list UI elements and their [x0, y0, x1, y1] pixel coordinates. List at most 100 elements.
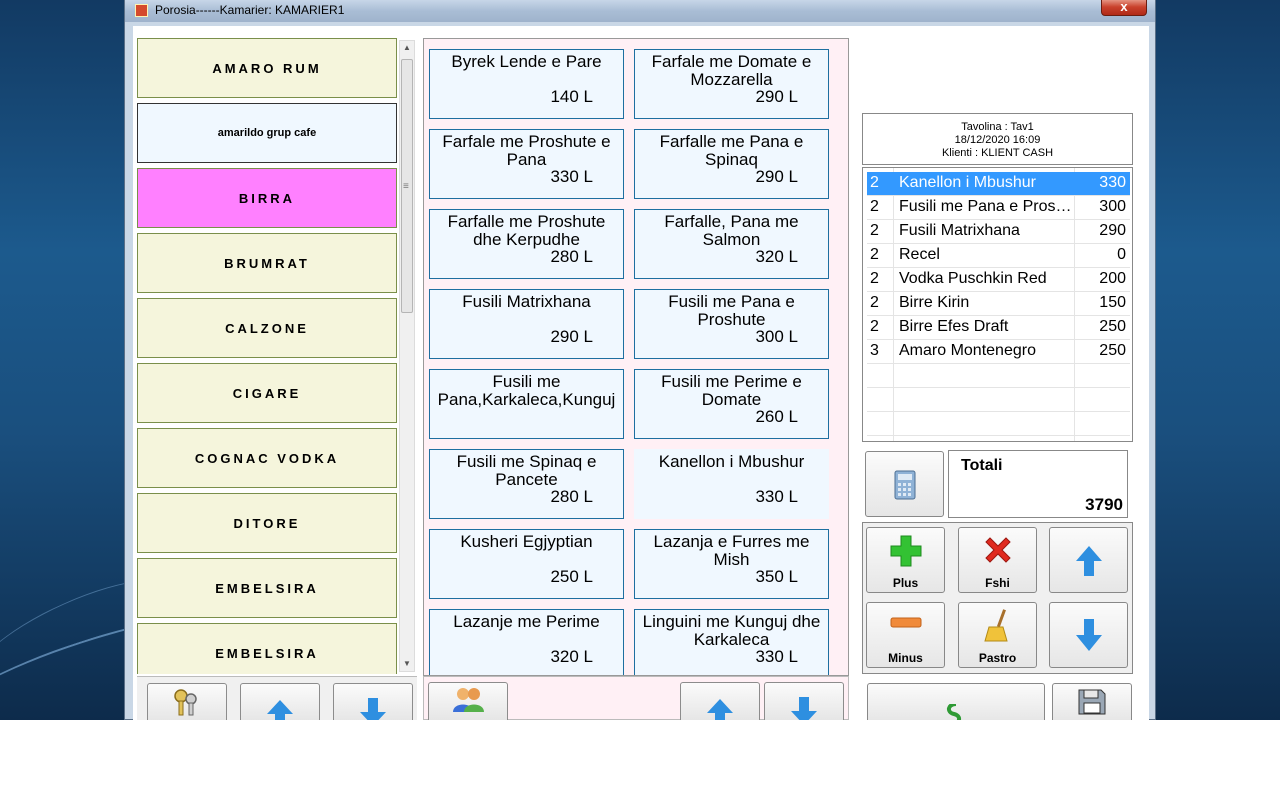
- order-qty: 2: [870, 174, 879, 191]
- order-row[interactable]: 2 Recel 0: [867, 244, 1130, 268]
- product-price: 330 L: [550, 167, 593, 186]
- product-name: Farfale me Domate e Mozzarella: [651, 52, 812, 89]
- category-button[interactable]: EMBELSIRA: [137, 623, 397, 674]
- users-icon: [453, 688, 484, 712]
- category-label: COGNAC VODKA: [194, 450, 340, 466]
- category-button[interactable]: BRUMRAT: [137, 233, 397, 293]
- product-button[interactable]: Fusili me Pana e Proshute 300 L: [634, 289, 829, 359]
- window-client-area: AMARO RUM amarildo grup cafe BIRRA BRUMR…: [133, 26, 1149, 728]
- category-button[interactable]: CIGARE: [137, 363, 397, 423]
- delete-button[interactable]: Fshi: [958, 527, 1037, 593]
- category-label: AMARO RUM: [212, 60, 322, 76]
- product-name: Fusili me Pana,Karkaleca,Kunguj: [437, 372, 616, 409]
- category-label: EMBELSIRA: [215, 645, 319, 661]
- order-row[interactable]: 2 Birre Kirin 150: [867, 292, 1130, 316]
- order-row[interactable]: 2 Fusili me Pana e Proshute 300: [867, 196, 1130, 220]
- minus-button[interactable]: Minus: [866, 602, 945, 668]
- product-name: Fusili Matrixhana: [462, 292, 591, 311]
- payment-button[interactable]: [867, 683, 1045, 724]
- keys-icon: [174, 689, 197, 716]
- product-button[interactable]: Fusili Matrixhana 290 L: [429, 289, 624, 359]
- total-box: Totali 3790: [948, 450, 1128, 518]
- category-label: EMBELSIRA: [215, 580, 319, 596]
- order-item-name: Amaro Montenegro: [899, 342, 1036, 359]
- product-name: Fusili me Spinaq e Pancete: [456, 452, 597, 489]
- product-button[interactable]: Fusili me Pana,Karkaleca,Kunguj: [429, 369, 624, 439]
- order-qty: 3: [870, 342, 879, 359]
- category-button[interactable]: COGNAC VODKA: [137, 428, 397, 488]
- calculator-button[interactable]: [865, 451, 944, 517]
- order-row-selected[interactable]: 2 Kanellon i Mbushur 330: [867, 172, 1130, 196]
- category-scrollbar[interactable]: ▲ ≡ ▼: [399, 40, 415, 672]
- product-button[interactable]: Farfalle me Proshute dhe Kerpudhe 280 L: [429, 209, 624, 279]
- save-button[interactable]: [1052, 683, 1132, 723]
- product-button[interactable]: Farfale me Proshute e Pana 330 L: [429, 129, 624, 199]
- category-button[interactable]: CALZONE: [137, 298, 397, 358]
- total-label: Totali: [961, 457, 1003, 474]
- category-label: DITORE: [233, 515, 301, 531]
- product-price: 260 L: [755, 407, 798, 426]
- product-button[interactable]: Fusili me Spinaq e Pancete 280 L: [429, 449, 624, 519]
- scroll-down-arrow-icon[interactable]: ▼: [400, 657, 414, 671]
- product-price: 290 L: [550, 327, 593, 346]
- category-button[interactable]: AMARO RUM: [137, 38, 397, 98]
- product-button[interactable]: Kanellon i Mbushur 330 L: [634, 449, 829, 519]
- product-grid: Byrek Lende e Pare 140 L Farfale me Domat…: [423, 38, 849, 676]
- order-item-name: Birre Efes Draft: [899, 318, 1009, 335]
- scroll-up-arrow-icon[interactable]: ▲: [400, 41, 414, 55]
- product-name: Linguini me Kunguj dhe Karkaleca: [642, 612, 821, 649]
- product-button[interactable]: Linguini me Kunguj dhe Karkaleca 330 L: [634, 609, 829, 675]
- move-up-button[interactable]: [1049, 527, 1128, 593]
- product-name: Byrek Lende e Pare: [451, 52, 602, 71]
- product-name: Kanellon i Mbushur: [658, 452, 805, 471]
- product-name: Farfalle me Proshute dhe Kerpudhe: [447, 212, 606, 249]
- product-button[interactable]: Kusheri Egjyptian 250 L: [429, 529, 624, 599]
- close-button[interactable]: x: [1101, 0, 1147, 16]
- order-row-empty: [867, 412, 1130, 436]
- plus-button[interactable]: Plus: [866, 527, 945, 593]
- product-button[interactable]: Byrek Lende e Pare 140 L: [429, 49, 624, 119]
- order-row[interactable]: 3 Amaro Montenegro 250: [867, 340, 1130, 364]
- category-button[interactable]: DITORE: [137, 493, 397, 553]
- minus-label: Minus: [888, 651, 923, 665]
- category-list: AMARO RUM amarildo grup cafe BIRRA BRUMR…: [137, 38, 399, 674]
- window-title: Porosia------Kamarier: KAMARIER1: [155, 3, 345, 17]
- product-name: Fusili me Perime e Domate: [661, 372, 802, 409]
- order-grid: 2 Kanellon i Mbushur 330 2 Fusili me Pana e…: [862, 167, 1133, 442]
- order-qty: 2: [870, 294, 879, 311]
- clear-button[interactable]: Pastro: [958, 602, 1037, 668]
- order-amount: 300: [1099, 198, 1126, 215]
- product-price: 330 L: [755, 647, 798, 666]
- order-datetime: 18/12/2020 16:09: [954, 134, 1041, 146]
- category-label: BIRRA: [238, 190, 296, 206]
- order-row[interactable]: 2 Birre Efes Draft 250: [867, 316, 1130, 340]
- order-qty: 2: [870, 318, 879, 335]
- arrow-down-icon: [1075, 619, 1102, 651]
- product-button[interactable]: Lazanja e Furres me Mish 350 L: [634, 529, 829, 599]
- title-bar[interactable]: Porosia------Kamarier: KAMARIER1 x: [125, 0, 1155, 22]
- order-item-name: Birre Kirin: [899, 294, 970, 311]
- order-row[interactable]: 2 Vodka Puschkin Red 200: [867, 268, 1130, 292]
- product-button[interactable]: Lazanje me Perime 320 L: [429, 609, 624, 675]
- product-button[interactable]: Farfale me Domate e Mozzarella 290 L: [634, 49, 829, 119]
- delete-label: Fshi: [985, 576, 1010, 590]
- category-button-selected[interactable]: BIRRA: [137, 168, 397, 228]
- product-button[interactable]: Fusili me Perime e Domate 260 L: [634, 369, 829, 439]
- move-down-button[interactable]: [1049, 602, 1128, 668]
- order-window: Porosia------Kamarier: KAMARIER1 x AMARO…: [124, 0, 1156, 728]
- order-row[interactable]: 2 Fusili Matrixhana 290: [867, 220, 1130, 244]
- order-qty: 2: [870, 222, 879, 239]
- product-button[interactable]: Farfalle me Pana e Spinaq 290 L: [634, 129, 829, 199]
- product-button[interactable]: Farfalle, Pana me Salmon 320 L: [634, 209, 829, 279]
- order-item-name: Vodka Puschkin Red: [899, 270, 1047, 287]
- grip-icon: ≡: [403, 181, 409, 192]
- order-amount: 250: [1099, 318, 1126, 335]
- product-price: 280 L: [550, 487, 593, 506]
- order-amount: 290: [1099, 222, 1126, 239]
- product-price: 290 L: [755, 167, 798, 186]
- product-name: Fusili me Pana e Proshute: [668, 292, 795, 329]
- category-label: BRUMRAT: [224, 255, 310, 271]
- broom-icon: [983, 609, 1008, 642]
- category-button[interactable]: EMBELSIRA: [137, 558, 397, 618]
- category-button[interactable]: amarildo grup cafe: [137, 103, 397, 163]
